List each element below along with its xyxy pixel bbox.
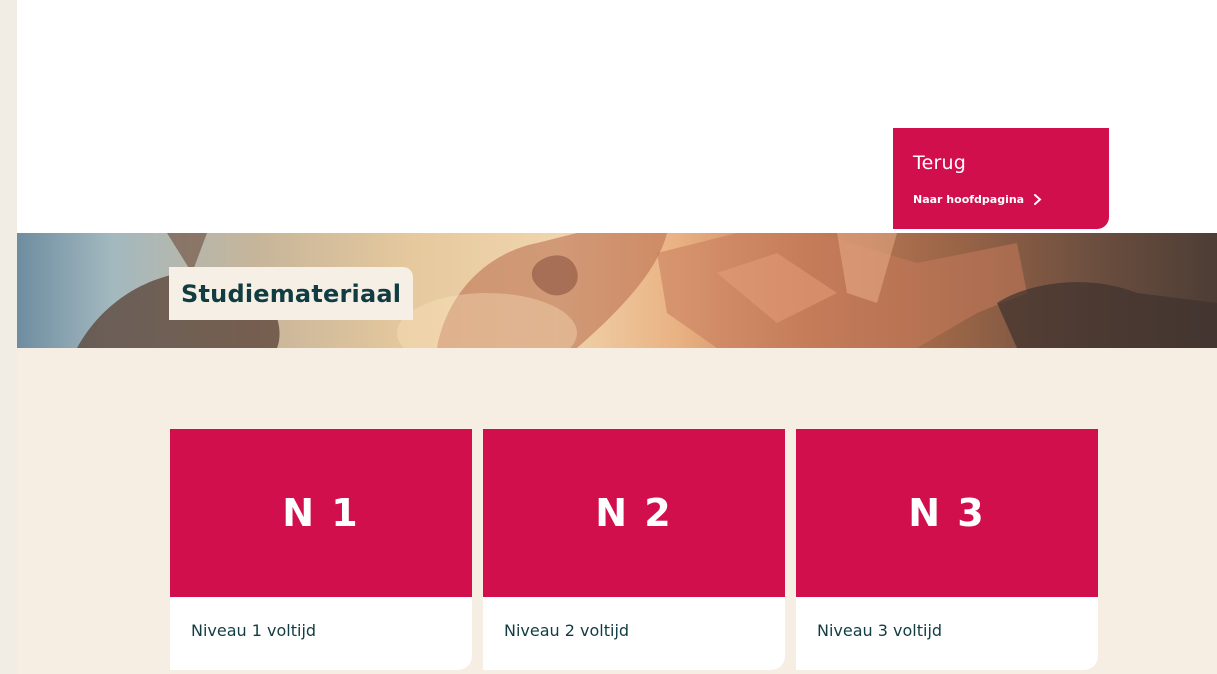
back-link-label: Naar hoofdpagina: [913, 193, 1025, 206]
card-code: N 3: [796, 429, 1098, 597]
page-title: Studiemateriaal: [169, 267, 414, 320]
hero-banner: Studiemateriaal: [17, 233, 1217, 348]
level-card-3[interactable]: N 3 Niveau 3 voltijd: [796, 429, 1098, 670]
back-title: Terug: [913, 152, 966, 174]
level-card-1[interactable]: N 1 Niveau 1 voltijd: [170, 429, 472, 670]
content-area: N 1 Niveau 1 voltijd N 2 Niveau 2 voltij…: [17, 348, 1217, 674]
back-link[interactable]: Naar hoofdpagina: [913, 193, 1042, 206]
card-code: N 1: [170, 429, 472, 597]
page: Terug Naar hoofdpagina Studiemateriaal N: [17, 0, 1217, 674]
card-label: Niveau 2 voltijd: [504, 621, 630, 640]
level-card-2[interactable]: N 2 Niveau 2 voltijd: [483, 429, 785, 670]
card-label: Niveau 1 voltijd: [191, 621, 317, 640]
card-label: Niveau 3 voltijd: [817, 621, 943, 640]
card-code: N 2: [483, 429, 785, 597]
chevron-right-icon: [1034, 194, 1042, 205]
back-button[interactable]: Terug Naar hoofdpagina: [893, 128, 1109, 229]
